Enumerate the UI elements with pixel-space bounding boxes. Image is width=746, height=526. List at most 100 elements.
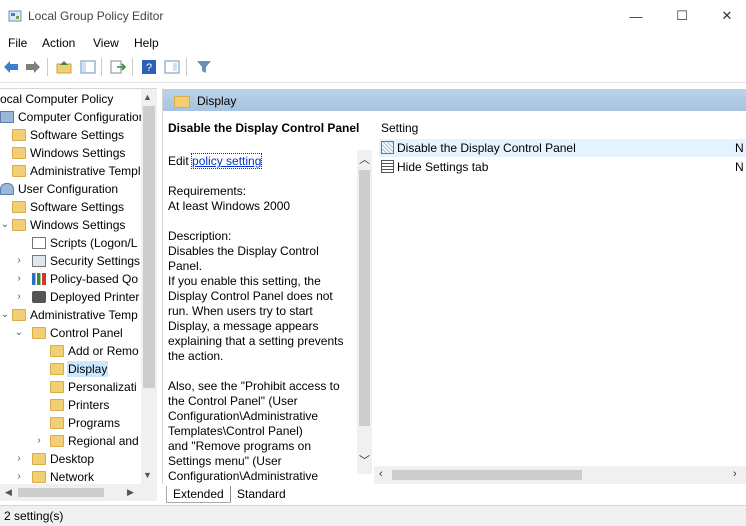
description-line: Configuration\Administrative	[168, 469, 319, 483]
collapse-chevron-icon[interactable]: ⌄	[0, 216, 10, 234]
menu-file[interactable]: File	[8, 36, 27, 50]
tree-node-deployed-printers[interactable]: Deployed Printer	[32, 288, 139, 306]
description-summary: Disables the Display Control Panel.	[168, 244, 319, 273]
tree-node-label: Windows Settings	[30, 146, 126, 160]
tree-node-security-settings[interactable]: Security Settings	[32, 252, 140, 270]
tree-node-administrative-templates[interactable]: Administrative Templ	[12, 162, 140, 180]
close-button[interactable]: ✕	[704, 0, 746, 32]
folder-icon	[12, 147, 26, 159]
tree-node-printers[interactable]: Printers	[50, 396, 109, 414]
menu-help[interactable]: Help	[134, 36, 159, 50]
tree-node-label: Control Panel	[50, 326, 123, 340]
scroll-down-arrow-icon[interactable]: ▼	[143, 470, 152, 480]
folder-icon	[50, 399, 64, 411]
tree-horizontal-scroll-thumb[interactable]	[18, 488, 104, 497]
description-scroll-thumb[interactable]	[359, 170, 370, 426]
tab-standard[interactable]: Standard	[230, 486, 292, 502]
list-row[interactable]: Disable the Display Control Panel N	[379, 139, 746, 157]
extended-view-icon[interactable]	[163, 58, 181, 76]
tree-node-network[interactable]: Network	[32, 468, 94, 485]
tree-node-policy-based-qos[interactable]: Policy-based Qo	[32, 270, 138, 288]
menu-action[interactable]: Action	[42, 36, 75, 50]
tree-node-user-configuration[interactable]: User Configuration	[0, 180, 118, 198]
tree-node-label: Network	[50, 470, 95, 484]
scroll-right-arrow-icon[interactable]: ▶	[127, 487, 134, 498]
description-line: Display, a message appears	[168, 319, 319, 333]
tree-node-label: Computer Configuration	[18, 110, 146, 124]
status-text: 2 setting(s)	[4, 509, 64, 523]
folder-icon	[32, 471, 46, 483]
maximize-button[interactable]: ☐	[659, 0, 705, 32]
tree-node-regional-and-language[interactable]: Regional and	[50, 432, 139, 450]
tree-node-label: Programs	[68, 416, 121, 430]
tree-node-software-settings[interactable]: Software Settings	[12, 126, 124, 144]
scroll-down-chevron-icon[interactable]: ﹀	[359, 452, 370, 468]
tree-node-display[interactable]: Display	[50, 360, 109, 378]
description-line: Templates\Control Panel)	[168, 424, 303, 438]
column-header-setting[interactable]: Setting	[381, 121, 418, 135]
collapse-chevron-icon[interactable]: ⌄	[14, 324, 24, 342]
show-hide-console-tree-icon[interactable]	[79, 58, 97, 76]
description-line: Settings menu" (User	[168, 454, 282, 468]
toolbar-separator	[132, 58, 133, 76]
scroll-up-chevron-icon[interactable]: ︿	[359, 151, 370, 167]
tree-node-administrative-templates-user[interactable]: Administrative Temp	[12, 306, 138, 324]
setting-state: N	[735, 141, 744, 155]
description-line: If you enable this setting, the	[168, 274, 321, 288]
expand-chevron-icon[interactable]: ›	[14, 252, 24, 270]
tree-node-label: Administrative Templ	[30, 164, 141, 178]
tree-node-label: Regional and	[68, 434, 139, 448]
tree-vertical-scroll-thumb[interactable]	[143, 106, 155, 388]
policy-setting-icon	[381, 160, 394, 173]
folder-icon	[50, 345, 64, 357]
tree-node-programs[interactable]: Programs	[50, 414, 120, 432]
help-icon[interactable]: ?	[140, 58, 158, 76]
tree-node-desktop[interactable]: Desktop	[32, 450, 94, 468]
bar-chart-icon	[32, 273, 46, 285]
expand-chevron-icon[interactable]: ›	[14, 468, 24, 485]
expand-chevron-icon[interactable]: ›	[34, 432, 44, 450]
tree-node-scripts[interactable]: Scripts (Logon/L	[32, 234, 137, 252]
edit-policy-setting-link[interactable]: policy setting	[191, 153, 263, 169]
filter-icon[interactable]	[195, 58, 213, 76]
export-list-icon[interactable]	[109, 58, 127, 76]
tree-node-add-or-remove-programs[interactable]: Add or Remo	[50, 342, 139, 360]
folder-icon	[12, 219, 26, 231]
back-arrow-icon[interactable]	[2, 58, 20, 76]
scroll-right-chevron-icon[interactable]: ›	[733, 468, 737, 480]
forward-arrow-icon[interactable]	[24, 58, 42, 76]
up-one-level-icon[interactable]	[55, 58, 73, 76]
tree-node-windows-settings[interactable]: Windows Settings	[12, 144, 125, 162]
list-horizontal-scroll-thumb[interactable]	[392, 470, 582, 480]
tab-extended[interactable]: Extended	[166, 486, 231, 503]
folder-icon	[174, 96, 190, 108]
tree-node-local-computer-policy[interactable]: ocal Computer Policy	[0, 90, 113, 108]
minimize-button[interactable]: —	[613, 0, 659, 32]
tree-node-label: User Configuration	[18, 182, 119, 196]
scroll-left-chevron-icon[interactable]: ‹	[379, 468, 383, 480]
tree-node-software-settings-user[interactable]: Software Settings	[12, 198, 124, 216]
expand-chevron-icon[interactable]: ›	[14, 270, 24, 288]
tree-node-computer-configuration[interactable]: Computer Configuration	[0, 108, 145, 126]
scrollbar-corner	[141, 484, 157, 501]
scroll-up-arrow-icon[interactable]: ▲	[143, 92, 152, 102]
tree-node-label: Printers	[68, 398, 110, 412]
list-row[interactable]: Hide Settings tab N	[379, 158, 746, 176]
script-icon	[32, 237, 46, 249]
tree-node-windows-settings-user[interactable]: Windows Settings	[12, 216, 125, 234]
tree-node-label: Scripts (Logon/L	[50, 236, 138, 250]
folder-icon	[50, 381, 64, 393]
tree-node-personalization[interactable]: Personalizati	[50, 378, 137, 396]
expand-chevron-icon[interactable]: ›	[14, 450, 24, 468]
edit-prefix: Edit	[168, 154, 193, 168]
scroll-left-arrow-icon[interactable]: ◀	[5, 487, 12, 498]
toolbar-separator	[101, 58, 102, 76]
policy-setting-icon	[381, 141, 394, 154]
menu-view[interactable]: View	[93, 36, 119, 50]
tree-node-control-panel[interactable]: Control Panel	[32, 324, 123, 342]
expand-chevron-icon[interactable]: ›	[14, 288, 24, 306]
tree-node-label: ocal Computer Policy	[0, 92, 114, 106]
collapse-chevron-icon[interactable]: ⌄	[0, 306, 10, 324]
description-line: the Control Panel" (User	[168, 394, 298, 408]
tree-node-label: Desktop	[50, 452, 95, 466]
